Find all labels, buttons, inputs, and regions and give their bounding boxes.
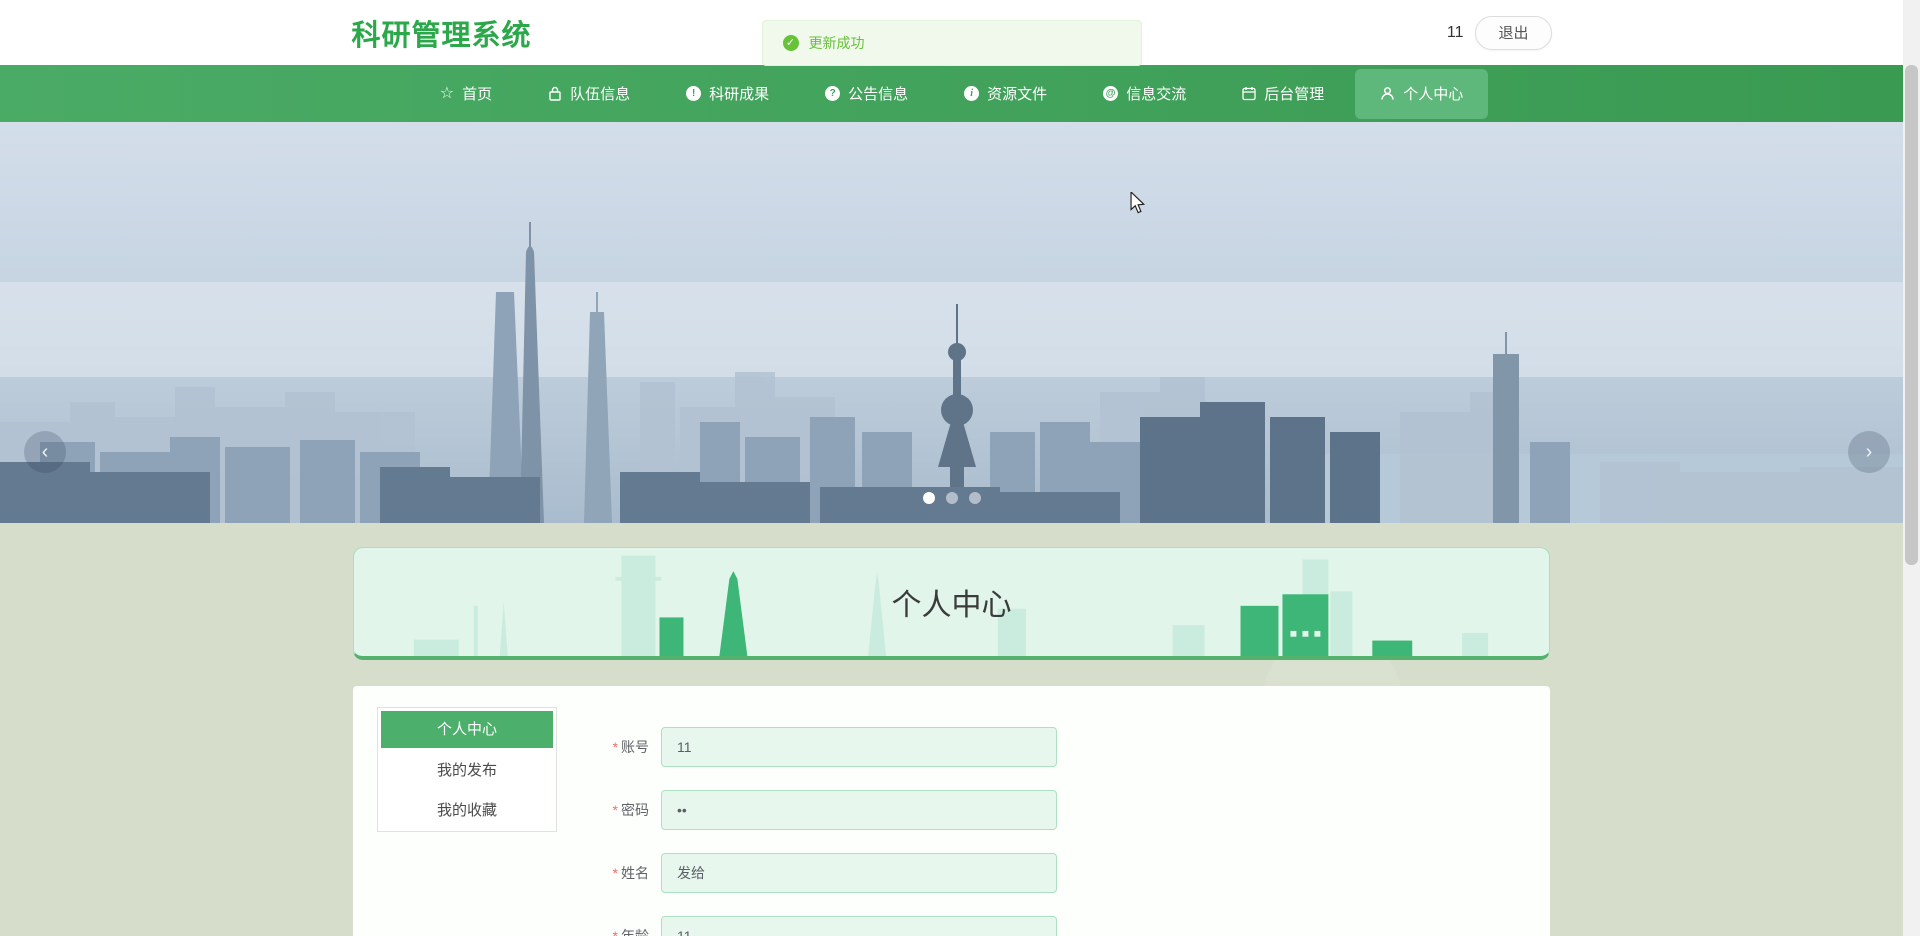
page: 科研管理系统 11 退出 ✓ 更新成功 ☆ 首页 队伍信息! 科研成果? 公告信息 i 资源… [0, 0, 1903, 936]
account-form-row: * 账号 [589, 727, 1057, 767]
carousel-prev-button[interactable]: ‹ [24, 431, 66, 473]
password-label: * 密码 [612, 802, 649, 818]
toast-message: 更新成功 [808, 35, 865, 51]
nav-item-research[interactable]: ! 科研成果 [661, 69, 794, 119]
question-icon: ? [825, 86, 841, 101]
hero-carousel: ‹ › [0, 122, 1903, 523]
nav-item-notice[interactable]: ? 公告信息 [800, 69, 933, 119]
sidebar-item-my-favorites[interactable]: 我的收藏 [378, 791, 556, 831]
name-form-row: * 姓名 [589, 853, 1057, 893]
nav-item-home[interactable]: ☆ 首页 [415, 69, 517, 119]
at-icon: @ [1103, 86, 1119, 101]
logout-button[interactable]: 退出 [1475, 15, 1552, 50]
nav-item-label: 公告信息 [848, 86, 909, 103]
password-input[interactable] [661, 790, 1057, 830]
nav-item-resources[interactable]: i 资源文件 [939, 69, 1072, 119]
star-icon: ☆ [439, 85, 455, 102]
age-label: * 年龄 [589, 926, 649, 936]
username-text: 11 [1446, 23, 1464, 41]
age-input[interactable] [661, 916, 1057, 936]
scrollbar-thumb[interactable] [1905, 65, 1918, 565]
lock-icon [548, 86, 562, 101]
carousel-next-button[interactable]: › [1848, 431, 1890, 473]
site-title: 科研管理系统 [351, 19, 532, 52]
city-skyline-image [0, 122, 1903, 523]
carousel-dot-3[interactable] [968, 492, 981, 504]
account-input[interactable] [661, 727, 1057, 767]
password-form-row: * 密码 [589, 790, 1057, 830]
carousel-dot-1[interactable] [922, 492, 935, 504]
nav-item-label: 队伍信息 [570, 86, 631, 103]
required-marker: * [612, 865, 618, 881]
success-toast: ✓ 更新成功 [761, 20, 1142, 66]
nav-item-label: 信息交流 [1126, 86, 1187, 103]
nav-item-admin[interactable]: 后台管理 [1217, 69, 1349, 119]
age-form-row: * 年龄 [589, 916, 1057, 936]
sidebar-item-my-posts[interactable]: 我的发布 [378, 751, 556, 791]
nav-item-label: 个人中心 [1403, 86, 1464, 103]
sidebar-item-profile-center[interactable]: 个人中心 [381, 711, 553, 748]
account-label: * 账号 [612, 739, 649, 755]
nav-item-label: 科研成果 [709, 86, 770, 103]
carousel-dots [922, 492, 981, 504]
nav-item-label: 资源文件 [987, 86, 1048, 103]
required-marker: * [612, 802, 618, 818]
profile-form: *账号 *密码 *姓名 *年龄 [589, 727, 1057, 936]
main-navbar: ☆ 首页 队伍信息! 科研成果? 公告信息 i 资源文件 @ 信息交流 后台管理 个人中心 [0, 65, 1903, 122]
user-icon [1380, 86, 1395, 101]
profile-sidebar-menu: 个人中心 我的发布 我的收藏 [377, 707, 557, 832]
calendar-icon [1242, 86, 1256, 101]
carousel-dot-2[interactable] [945, 492, 958, 504]
nav-item-messages[interactable]: @ 信息交流 [1078, 69, 1211, 119]
nav-item-label: 首页 [462, 86, 493, 103]
page-banner: 个人中心 [353, 547, 1550, 660]
required-marker: * [612, 928, 618, 936]
nav-item-label: 后台管理 [1264, 86, 1325, 103]
nav-item-profile[interactable]: 个人中心 [1355, 68, 1489, 119]
page-scrollbar[interactable] [1903, 0, 1920, 936]
content-card: 个人中心我的发布我的收藏 *账号 *密码 *姓名 *年龄 [353, 686, 1550, 936]
check-circle-icon: ✓ [782, 35, 799, 51]
banner-title: 个人中心 [891, 589, 1012, 622]
name-label: * 姓名 [612, 865, 649, 881]
required-marker: * [612, 739, 618, 755]
warning-icon: ! [686, 86, 702, 101]
name-input[interactable] [661, 853, 1057, 893]
nav-item-team-info[interactable]: 队伍信息 [523, 69, 655, 119]
info-icon: i [964, 86, 980, 101]
